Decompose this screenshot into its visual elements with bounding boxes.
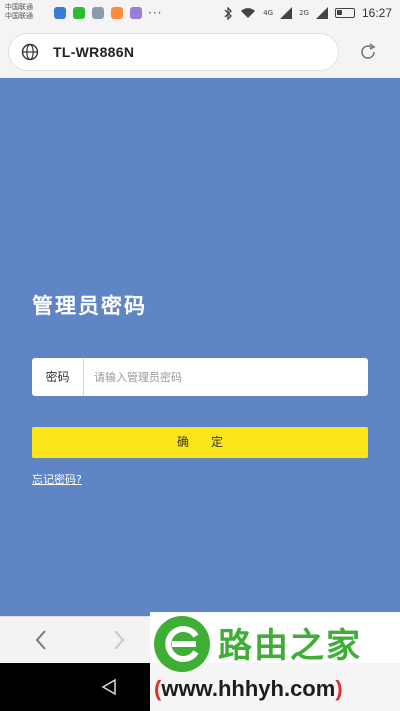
signal-icon [315,7,328,19]
notification-app-icon [130,7,142,19]
carrier-label: 中国联通 [5,3,33,11]
url-text[interactable]: TL-WR886N [53,44,134,60]
carrier-label: 中国联通 [5,12,33,20]
notification-icons [54,7,142,19]
reload-icon[interactable] [358,42,378,62]
browser-toolbar: TL-WR886N [0,28,400,78]
notification-app-icon [54,7,66,19]
watermark: 路由之家 (www.hhhyh.com) [150,612,400,711]
forgot-password-link[interactable]: 忘记密码? [32,471,82,487]
clock: 16:27 [361,6,392,20]
address-bar[interactable]: TL-WR886N [9,34,338,70]
watermark-url: (www.hhhyh.com) [154,676,343,702]
network-4g-indicator: 4G [263,8,274,17]
password-input[interactable] [84,358,364,396]
confirm-button[interactable]: 确定 [32,427,368,458]
wechat-icon [73,7,85,19]
network-type-label: 4G [263,8,274,17]
login-page: 管理员密码 密码 确定 忘记密码? [0,78,400,616]
chevron-right-icon[interactable] [112,629,126,651]
more-notifications-icon: ··· [148,6,163,20]
password-label: 密码 [32,358,84,396]
network-type-label: 2G [299,8,309,17]
bluetooth-icon [224,6,233,20]
globe-icon [21,43,39,61]
watermark-url-text: www.hhhyh.com [161,676,336,701]
wifi-icon [241,8,256,18]
watermark-logo-icon [154,616,210,672]
watermark-brand: 路由之家 [218,626,362,666]
system-back-icon[interactable] [100,678,118,696]
watermark-paren: ) [335,676,343,701]
chevron-left-icon[interactable] [34,629,48,651]
battery-icon [334,8,355,18]
password-field-group: 密码 [32,358,368,396]
page-title: 管理员密码 [32,293,147,318]
status-bar: 中国联通 中国联通 ··· 4G 2G 16:27 [0,0,400,28]
signal-icon [280,7,293,19]
notification-app-icon [111,7,123,19]
network-2g-indicator: 2G [299,8,309,17]
carrier-info: 中国联通 中国联通 [5,3,33,21]
system-status: 4G 2G 16:27 [224,6,392,20]
gallery-icon [92,7,104,19]
